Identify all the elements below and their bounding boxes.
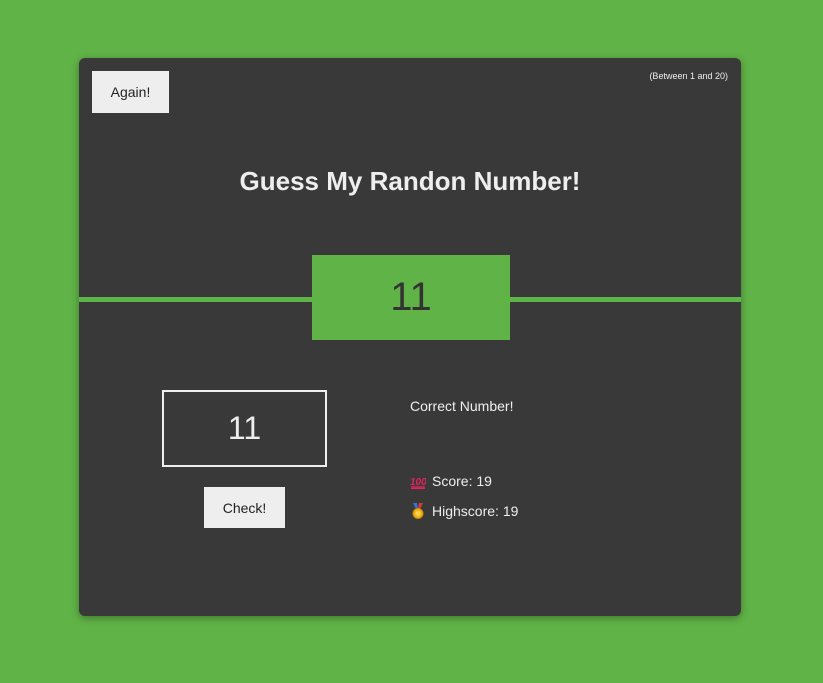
check-button[interactable]: Check! — [204, 487, 285, 528]
highscore-row: Highscore: 19 — [410, 503, 518, 519]
score-row: 100 Score: 19 — [410, 473, 492, 489]
range-hint: (Between 1 and 20) — [649, 71, 728, 81]
status-message: Correct Number! — [410, 398, 514, 414]
page-title: Guess My Randon Number! — [239, 166, 581, 196]
score-label: Score: — [432, 473, 473, 489]
medal-icon — [412, 503, 424, 519]
highscore-label: Highscore: — [432, 503, 499, 519]
secret-number-box: 11 — [312, 255, 510, 340]
again-button[interactable]: Again! — [92, 71, 169, 113]
highscore-value: 19 — [502, 503, 519, 519]
game-card: Again! (Between 1 and 20) Guess My Rando… — [79, 58, 741, 616]
score-value: 19 — [476, 473, 492, 489]
guess-input[interactable] — [162, 390, 327, 467]
hundred-points-icon: 100 — [410, 477, 426, 489]
